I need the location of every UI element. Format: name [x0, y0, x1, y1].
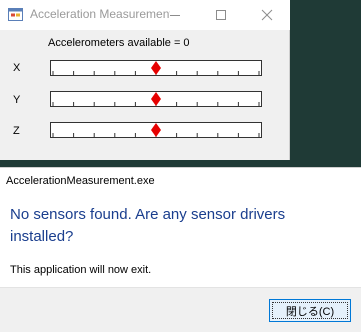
main-window: Acceleration Measurement Accelerometers … — [0, 0, 290, 160]
title-bar[interactable]: Acceleration Measurement — [0, 0, 290, 30]
minimize-icon — [170, 15, 180, 16]
maximize-icon — [216, 10, 226, 20]
slider-marker[interactable] — [151, 123, 161, 137]
slider-z[interactable] — [50, 122, 262, 138]
slider-marker[interactable] — [151, 61, 161, 75]
accelerometer-count-label: Accelerometers available = 0 — [48, 37, 190, 49]
app-icon — [8, 7, 23, 22]
axis-label-x: X — [13, 62, 21, 74]
slider-x[interactable] — [50, 60, 262, 76]
axis-label-y: Y — [13, 94, 21, 106]
slider-y[interactable] — [50, 91, 262, 107]
slider-marker[interactable] — [151, 92, 161, 106]
maximize-button[interactable] — [198, 0, 244, 30]
window-title: Acceleration Measurement — [30, 7, 170, 21]
close-button[interactable]: 閉じる(C) — [269, 299, 351, 322]
close-icon — [261, 9, 273, 21]
message-body: This application will now exit. — [10, 264, 152, 276]
message-footer: 閉じる(C) — [0, 287, 361, 332]
axis-label-z: Z — [13, 125, 20, 137]
minimize-button[interactable] — [152, 0, 198, 30]
message-box-title: AccelerationMeasurement.exe — [6, 175, 155, 187]
message-box: AccelerationMeasurement.exe No sensors f… — [0, 167, 361, 332]
close-window-button[interactable] — [244, 0, 290, 30]
message-heading: No sensors found. Are any sensor drivers… — [10, 206, 286, 245]
